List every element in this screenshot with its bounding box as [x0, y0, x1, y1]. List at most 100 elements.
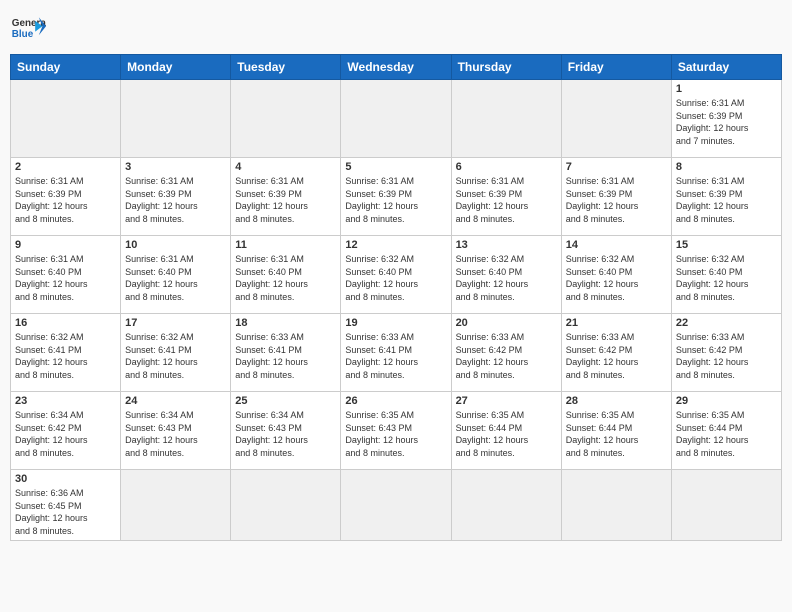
- day-number: 18: [235, 317, 336, 329]
- calendar-table: SundayMondayTuesdayWednesdayThursdayFrid…: [10, 54, 782, 541]
- day-info: Sunrise: 6:31 AMSunset: 6:40 PMDaylight:…: [235, 253, 336, 303]
- day-number: 22: [676, 317, 777, 329]
- calendar-cell: 29 Sunrise: 6:35 AMSunset: 6:44 PMDayligh…: [671, 392, 781, 470]
- calendar-cell: 24Sunrise: 6:34 AMSunset: 6:43 PMDayligh…: [121, 392, 231, 470]
- day-info: Sunrise: 6:36 AMSunset: 6:45 PMDaylight:…: [15, 487, 116, 537]
- calendar-cell: 12 Sunrise: 6:32 AMSunset: 6:40 PMDayligh…: [341, 236, 451, 314]
- logo-icon: General Blue: [10, 10, 46, 46]
- logo: General Blue: [10, 10, 46, 46]
- calendar-cell: 5 Sunrise: 6:31 AMSunset: 6:39 PMDaylight…: [341, 158, 451, 236]
- calendar-cell: [451, 470, 561, 541]
- week-row-5: 23 Sunrise: 6:34 AMSunset: 6:42 PMDayligh…: [11, 392, 782, 470]
- calendar-cell: 28Sunrise: 6:35 AMSunset: 6:44 PMDayligh…: [561, 392, 671, 470]
- calendar-cell: [231, 80, 341, 158]
- day-number: 17: [125, 317, 226, 329]
- day-number: 25: [235, 395, 336, 407]
- calendar-cell: [341, 80, 451, 158]
- day-number: 16: [15, 317, 116, 329]
- day-info: Sunrise: 6:31 AMSunset: 6:40 PMDaylight:…: [125, 253, 226, 303]
- day-info: Sunrise: 6:31 AMSunset: 6:39 PMDaylight:…: [676, 175, 777, 225]
- calendar-cell: 10 Sunrise: 6:31 AMSunset: 6:40 PMDayligh…: [121, 236, 231, 314]
- calendar-cell: 20Sunrise: 6:33 AMSunset: 6:42 PMDayligh…: [451, 314, 561, 392]
- week-row-1: 1Sunrise: 6:31 AMSunset: 6:39 PMDaylight…: [11, 80, 782, 158]
- day-info: Sunrise: 6:32 AMSunset: 6:40 PMDaylight:…: [345, 253, 446, 303]
- day-number: 2: [15, 161, 116, 173]
- day-number: 8: [676, 161, 777, 173]
- day-info: Sunrise: 6:34 AMSunset: 6:43 PMDaylight:…: [125, 409, 226, 459]
- weekday-header-wednesday: Wednesday: [341, 55, 451, 80]
- day-number: 30: [15, 473, 116, 485]
- calendar-cell: [11, 80, 121, 158]
- weekday-header-friday: Friday: [561, 55, 671, 80]
- day-info: Sunrise: 6:32 AMSunset: 6:40 PMDaylight:…: [566, 253, 667, 303]
- day-number: 6: [456, 161, 557, 173]
- weekday-header-saturday: Saturday: [671, 55, 781, 80]
- calendar-cell: [341, 470, 451, 541]
- day-info: Sunrise: 6:32 AMSunset: 6:41 PMDaylight:…: [15, 331, 116, 381]
- week-row-3: 9 Sunrise: 6:31 AMSunset: 6:40 PMDaylight…: [11, 236, 782, 314]
- day-number: 1: [676, 83, 777, 95]
- day-info: Sunrise: 6:33 AMSunset: 6:42 PMDaylight:…: [456, 331, 557, 381]
- calendar-cell: 26 Sunrise: 6:35 AMSunset: 6:43 PMDayligh…: [341, 392, 451, 470]
- day-info: Sunrise: 6:32 AMSunset: 6:41 PMDaylight:…: [125, 331, 226, 381]
- day-number: 9: [15, 239, 116, 251]
- day-info: Sunrise: 6:31 AMSunset: 6:39 PMDaylight:…: [125, 175, 226, 225]
- calendar-cell: 25 Sunrise: 6:34 AMSunset: 6:43 PMDayligh…: [231, 392, 341, 470]
- calendar-cell: 27Sunrise: 6:35 AMSunset: 6:44 PMDayligh…: [451, 392, 561, 470]
- day-number: 5: [345, 161, 446, 173]
- day-info: Sunrise: 6:33 AMSunset: 6:42 PMDaylight:…: [566, 331, 667, 381]
- calendar-cell: [121, 470, 231, 541]
- week-row-6: 30 Sunrise: 6:36 AMSunset: 6:45 PMDayligh…: [11, 470, 782, 541]
- calendar-cell: 15 Sunrise: 6:32 AMSunset: 6:40 PMDayligh…: [671, 236, 781, 314]
- calendar-cell: 3 Sunrise: 6:31 AMSunset: 6:39 PMDaylight…: [121, 158, 231, 236]
- header: General Blue: [10, 10, 782, 46]
- calendar-cell: [561, 80, 671, 158]
- day-number: 26: [345, 395, 446, 407]
- day-number: 21: [566, 317, 667, 329]
- day-info: Sunrise: 6:33 AMSunset: 6:41 PMDaylight:…: [345, 331, 446, 381]
- day-number: 4: [235, 161, 336, 173]
- day-number: 3: [125, 161, 226, 173]
- calendar-cell: [671, 470, 781, 541]
- calendar-cell: 11Sunrise: 6:31 AMSunset: 6:40 PMDayligh…: [231, 236, 341, 314]
- day-number: 10: [125, 239, 226, 251]
- day-info: Sunrise: 6:34 AMSunset: 6:43 PMDaylight:…: [235, 409, 336, 459]
- calendar-cell: 21 Sunrise: 6:33 AMSunset: 6:42 PMDayligh…: [561, 314, 671, 392]
- day-number: 12: [345, 239, 446, 251]
- calendar-cell: 9 Sunrise: 6:31 AMSunset: 6:40 PMDaylight…: [11, 236, 121, 314]
- calendar-cell: [231, 470, 341, 541]
- calendar-cell: 2 Sunrise: 6:31 AMSunset: 6:39 PMDaylight…: [11, 158, 121, 236]
- calendar-cell: [561, 470, 671, 541]
- day-info: Sunrise: 6:33 AMSunset: 6:42 PMDaylight:…: [676, 331, 777, 381]
- day-number: 23: [15, 395, 116, 407]
- calendar-cell: 18Sunrise: 6:33 AMSunset: 6:41 PMDayligh…: [231, 314, 341, 392]
- day-info: Sunrise: 6:31 AMSunset: 6:39 PMDaylight:…: [566, 175, 667, 225]
- weekday-header-thursday: Thursday: [451, 55, 561, 80]
- day-number: 27: [456, 395, 557, 407]
- weekday-header-tuesday: Tuesday: [231, 55, 341, 80]
- day-info: Sunrise: 6:31 AMSunset: 6:40 PMDaylight:…: [15, 253, 116, 303]
- calendar-cell: 8 Sunrise: 6:31 AMSunset: 6:39 PMDaylight…: [671, 158, 781, 236]
- calendar-cell: 13Sunrise: 6:32 AMSunset: 6:40 PMDayligh…: [451, 236, 561, 314]
- calendar-cell: [451, 80, 561, 158]
- day-info: Sunrise: 6:31 AMSunset: 6:39 PMDaylight:…: [15, 175, 116, 225]
- calendar-cell: 17 Sunrise: 6:32 AMSunset: 6:41 PMDayligh…: [121, 314, 231, 392]
- day-number: 15: [676, 239, 777, 251]
- calendar-cell: 6Sunrise: 6:31 AMSunset: 6:39 PMDaylight…: [451, 158, 561, 236]
- day-info: Sunrise: 6:31 AMSunset: 6:39 PMDaylight:…: [345, 175, 446, 225]
- calendar-cell: 23 Sunrise: 6:34 AMSunset: 6:42 PMDayligh…: [11, 392, 121, 470]
- calendar-cell: 16 Sunrise: 6:32 AMSunset: 6:41 PMDayligh…: [11, 314, 121, 392]
- calendar-cell: 22 Sunrise: 6:33 AMSunset: 6:42 PMDayligh…: [671, 314, 781, 392]
- calendar-cell: [121, 80, 231, 158]
- day-info: Sunrise: 6:35 AMSunset: 6:43 PMDaylight:…: [345, 409, 446, 459]
- day-info: Sunrise: 6:32 AMSunset: 6:40 PMDaylight:…: [456, 253, 557, 303]
- day-info: Sunrise: 6:32 AMSunset: 6:40 PMDaylight:…: [676, 253, 777, 303]
- day-info: Sunrise: 6:34 AMSunset: 6:42 PMDaylight:…: [15, 409, 116, 459]
- day-info: Sunrise: 6:31 AMSunset: 6:39 PMDaylight:…: [235, 175, 336, 225]
- day-number: 29: [676, 395, 777, 407]
- day-number: 19: [345, 317, 446, 329]
- day-info: Sunrise: 6:35 AMSunset: 6:44 PMDaylight:…: [676, 409, 777, 459]
- weekday-header-sunday: Sunday: [11, 55, 121, 80]
- calendar-cell: 19 Sunrise: 6:33 AMSunset: 6:41 PMDayligh…: [341, 314, 451, 392]
- day-number: 28: [566, 395, 667, 407]
